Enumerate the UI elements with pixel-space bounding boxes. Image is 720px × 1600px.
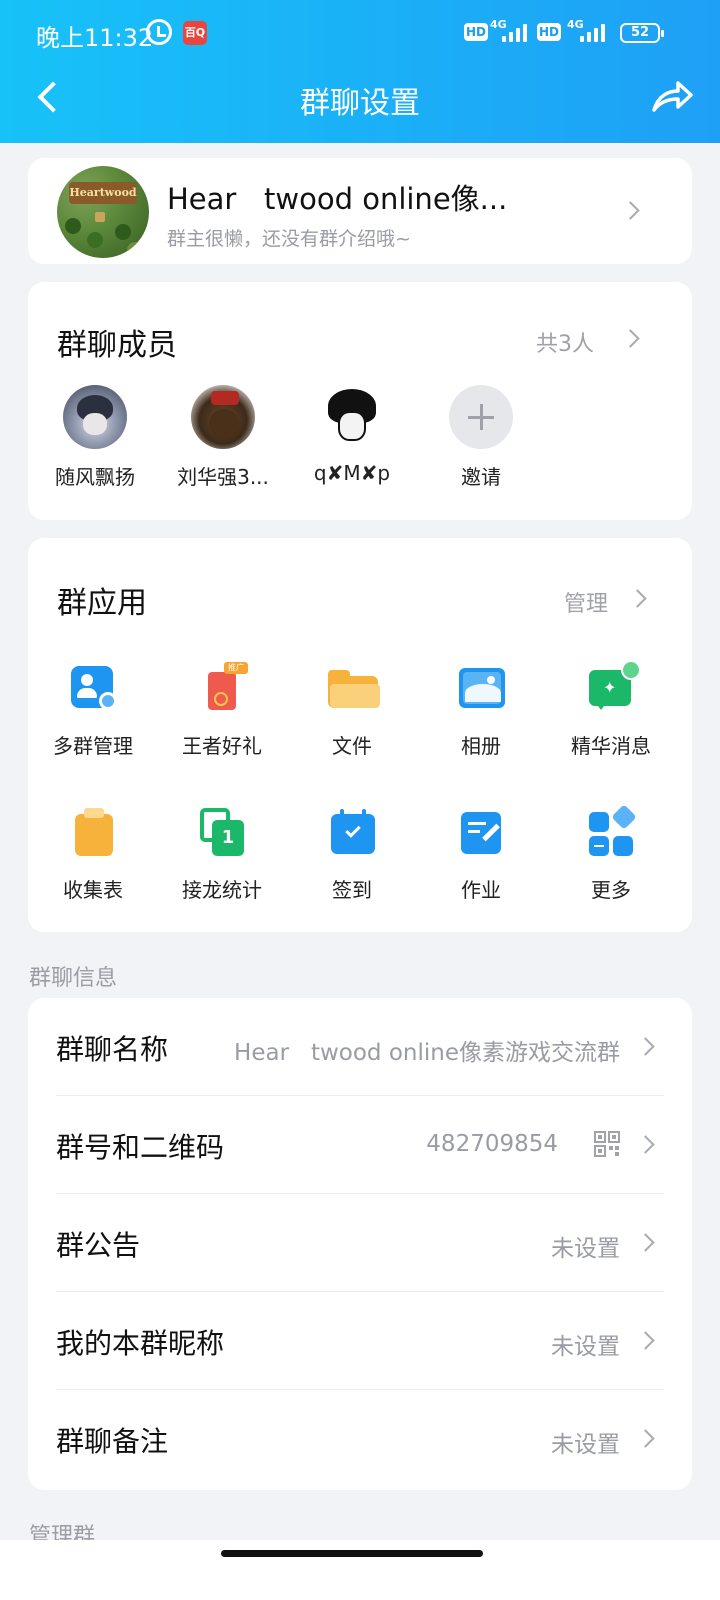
clipboard-icon bbox=[69, 808, 117, 856]
chain-stats-icon: 1 bbox=[198, 808, 246, 856]
app-more[interactable]: 更多 bbox=[546, 804, 676, 903]
app-label: 作业 bbox=[461, 878, 501, 902]
member-name: 随风飘扬 bbox=[55, 465, 135, 489]
member-avatar bbox=[320, 385, 384, 449]
chevron-right-icon bbox=[621, 201, 640, 220]
members-card: 群聊成员 共3人 随风飘扬 刘华强3... q✘M✘p 邀请 bbox=[28, 282, 692, 520]
chevron-right-icon bbox=[636, 1135, 655, 1154]
row-group-name[interactable]: 群聊名称 Hear twood online像素游戏交流群 bbox=[28, 998, 692, 1096]
member-avatar bbox=[191, 385, 255, 449]
apps-title: 群应用 bbox=[57, 586, 147, 621]
essence-message-icon: ✦ bbox=[587, 660, 641, 712]
chain-number: 1 bbox=[212, 820, 244, 856]
row-key: 群号和二维码 bbox=[56, 1131, 225, 1164]
invite-button[interactable]: 邀请 bbox=[431, 385, 531, 490]
app-collection-form[interactable]: 收集表 bbox=[28, 808, 158, 903]
page-title: 群聊设置 bbox=[300, 86, 420, 121]
app-multi-group[interactable]: 多群管理 bbox=[28, 664, 158, 759]
row-key: 群聊名称 bbox=[56, 1033, 169, 1066]
member-item[interactable]: q✘M✘p bbox=[302, 385, 402, 485]
app-label: 接龙统计 bbox=[182, 878, 262, 902]
battery-icon: 52 bbox=[620, 23, 664, 43]
app-album[interactable]: 相册 bbox=[416, 664, 546, 759]
header: 晚上11:32 百Q HD 4G HD 4G 52 群聊设置 bbox=[0, 0, 720, 143]
more-apps-icon bbox=[587, 804, 637, 856]
group-apps-card: 群应用 管理 多群管理 推广 王者好礼 文件 相册 ✦ 精华消息 收集表 1 接… bbox=[28, 538, 692, 932]
chevron-right-icon[interactable] bbox=[628, 589, 647, 608]
member-name: q✘M✘p bbox=[313, 461, 391, 485]
album-icon bbox=[457, 664, 505, 712]
group-name: Hear twood online像... bbox=[167, 182, 508, 216]
group-info-card: 群聊名称 Hear twood online像素游戏交流群 群号和二维码 482… bbox=[28, 998, 692, 1490]
row-key: 群聊备注 bbox=[56, 1425, 169, 1458]
apps-manage[interactable]: 管理 bbox=[564, 586, 608, 618]
member-name: 刘华强3... bbox=[177, 465, 269, 489]
app-gift[interactable]: 推广 王者好礼 bbox=[157, 662, 287, 759]
members-count[interactable]: 共3人 bbox=[536, 326, 594, 358]
app-notification-icon: 百Q bbox=[183, 21, 207, 45]
status-time: 晚上11:32 bbox=[36, 24, 154, 52]
signal-icon-2 bbox=[580, 22, 605, 42]
row-announcement[interactable]: 群公告 未设置 bbox=[28, 1194, 692, 1292]
app-essence[interactable]: ✦ 精华消息 bbox=[546, 660, 676, 759]
group-profile-card[interactable]: Heartwood Hear twood online像... 群主很懒，还没有… bbox=[28, 158, 692, 264]
app-label: 文件 bbox=[332, 734, 372, 758]
hd-badge-1: HD bbox=[464, 23, 488, 41]
app-label: 收集表 bbox=[63, 878, 123, 902]
members-title: 群聊成员 bbox=[57, 328, 177, 363]
row-group-remark[interactable]: 群聊备注 未设置 bbox=[28, 1390, 692, 1488]
status-bar: 晚上11:32 百Q HD 4G HD 4G 52 bbox=[0, 16, 720, 52]
homework-icon bbox=[457, 808, 505, 856]
row-key: 我的本群昵称 bbox=[56, 1327, 225, 1360]
app-label: 精华消息 bbox=[571, 734, 651, 758]
row-my-nickname[interactable]: 我的本群昵称 未设置 bbox=[28, 1292, 692, 1390]
signal-icon-1 bbox=[502, 22, 527, 42]
group-avatar-logo: Heartwood bbox=[69, 182, 137, 204]
row-value: Hear twood online像素游戏交流群 bbox=[234, 1040, 620, 1066]
row-value: 未设置 bbox=[551, 1236, 620, 1262]
group-avatar: Heartwood bbox=[57, 166, 149, 258]
qr-code-icon bbox=[594, 1131, 620, 1157]
promo-badge: 推广 bbox=[224, 662, 248, 674]
chevron-right-icon bbox=[636, 1037, 655, 1056]
folder-icon bbox=[328, 664, 380, 712]
gift-icon: 推广 bbox=[198, 662, 248, 712]
row-value: 482709854 bbox=[426, 1131, 558, 1157]
app-label: 多群管理 bbox=[53, 734, 133, 758]
row-key: 群公告 bbox=[56, 1229, 141, 1262]
member-item[interactable]: 随风飘扬 bbox=[45, 385, 145, 490]
row-value: 未设置 bbox=[551, 1334, 620, 1360]
checkin-icon bbox=[328, 808, 376, 856]
app-label: 相册 bbox=[461, 734, 501, 758]
app-label: 王者好礼 bbox=[182, 734, 262, 758]
title-bar: 群聊设置 bbox=[0, 70, 720, 126]
member-item[interactable]: 刘华强3... bbox=[173, 385, 273, 490]
chevron-right-icon bbox=[636, 1429, 655, 1448]
invite-label: 邀请 bbox=[461, 465, 501, 489]
group-description: 群主很懒，还没有群介绍哦~ bbox=[167, 228, 411, 250]
row-value: 未设置 bbox=[551, 1432, 620, 1458]
app-checkin[interactable]: 签到 bbox=[287, 808, 417, 903]
app-files[interactable]: 文件 bbox=[287, 664, 417, 759]
home-indicator[interactable] bbox=[221, 1550, 483, 1557]
member-avatar bbox=[63, 385, 127, 449]
app-label: 签到 bbox=[332, 878, 372, 902]
hd-badge-2: HD bbox=[537, 23, 561, 41]
alarm-icon bbox=[146, 19, 172, 45]
multi-group-icon bbox=[69, 664, 117, 712]
info-section-label: 群聊信息 bbox=[29, 966, 118, 991]
add-member-icon bbox=[449, 385, 513, 449]
app-label: 更多 bbox=[591, 878, 631, 902]
chevron-right-icon bbox=[636, 1331, 655, 1350]
app-homework[interactable]: 作业 bbox=[416, 808, 546, 903]
app-chain-stats[interactable]: 1 接龙统计 bbox=[157, 808, 287, 903]
share-icon[interactable] bbox=[650, 76, 694, 116]
gesture-area bbox=[0, 1540, 720, 1600]
chevron-right-icon bbox=[636, 1233, 655, 1252]
chevron-right-icon[interactable] bbox=[621, 329, 640, 348]
row-group-number-qr[interactable]: 群号和二维码 482709854 bbox=[28, 1096, 692, 1194]
